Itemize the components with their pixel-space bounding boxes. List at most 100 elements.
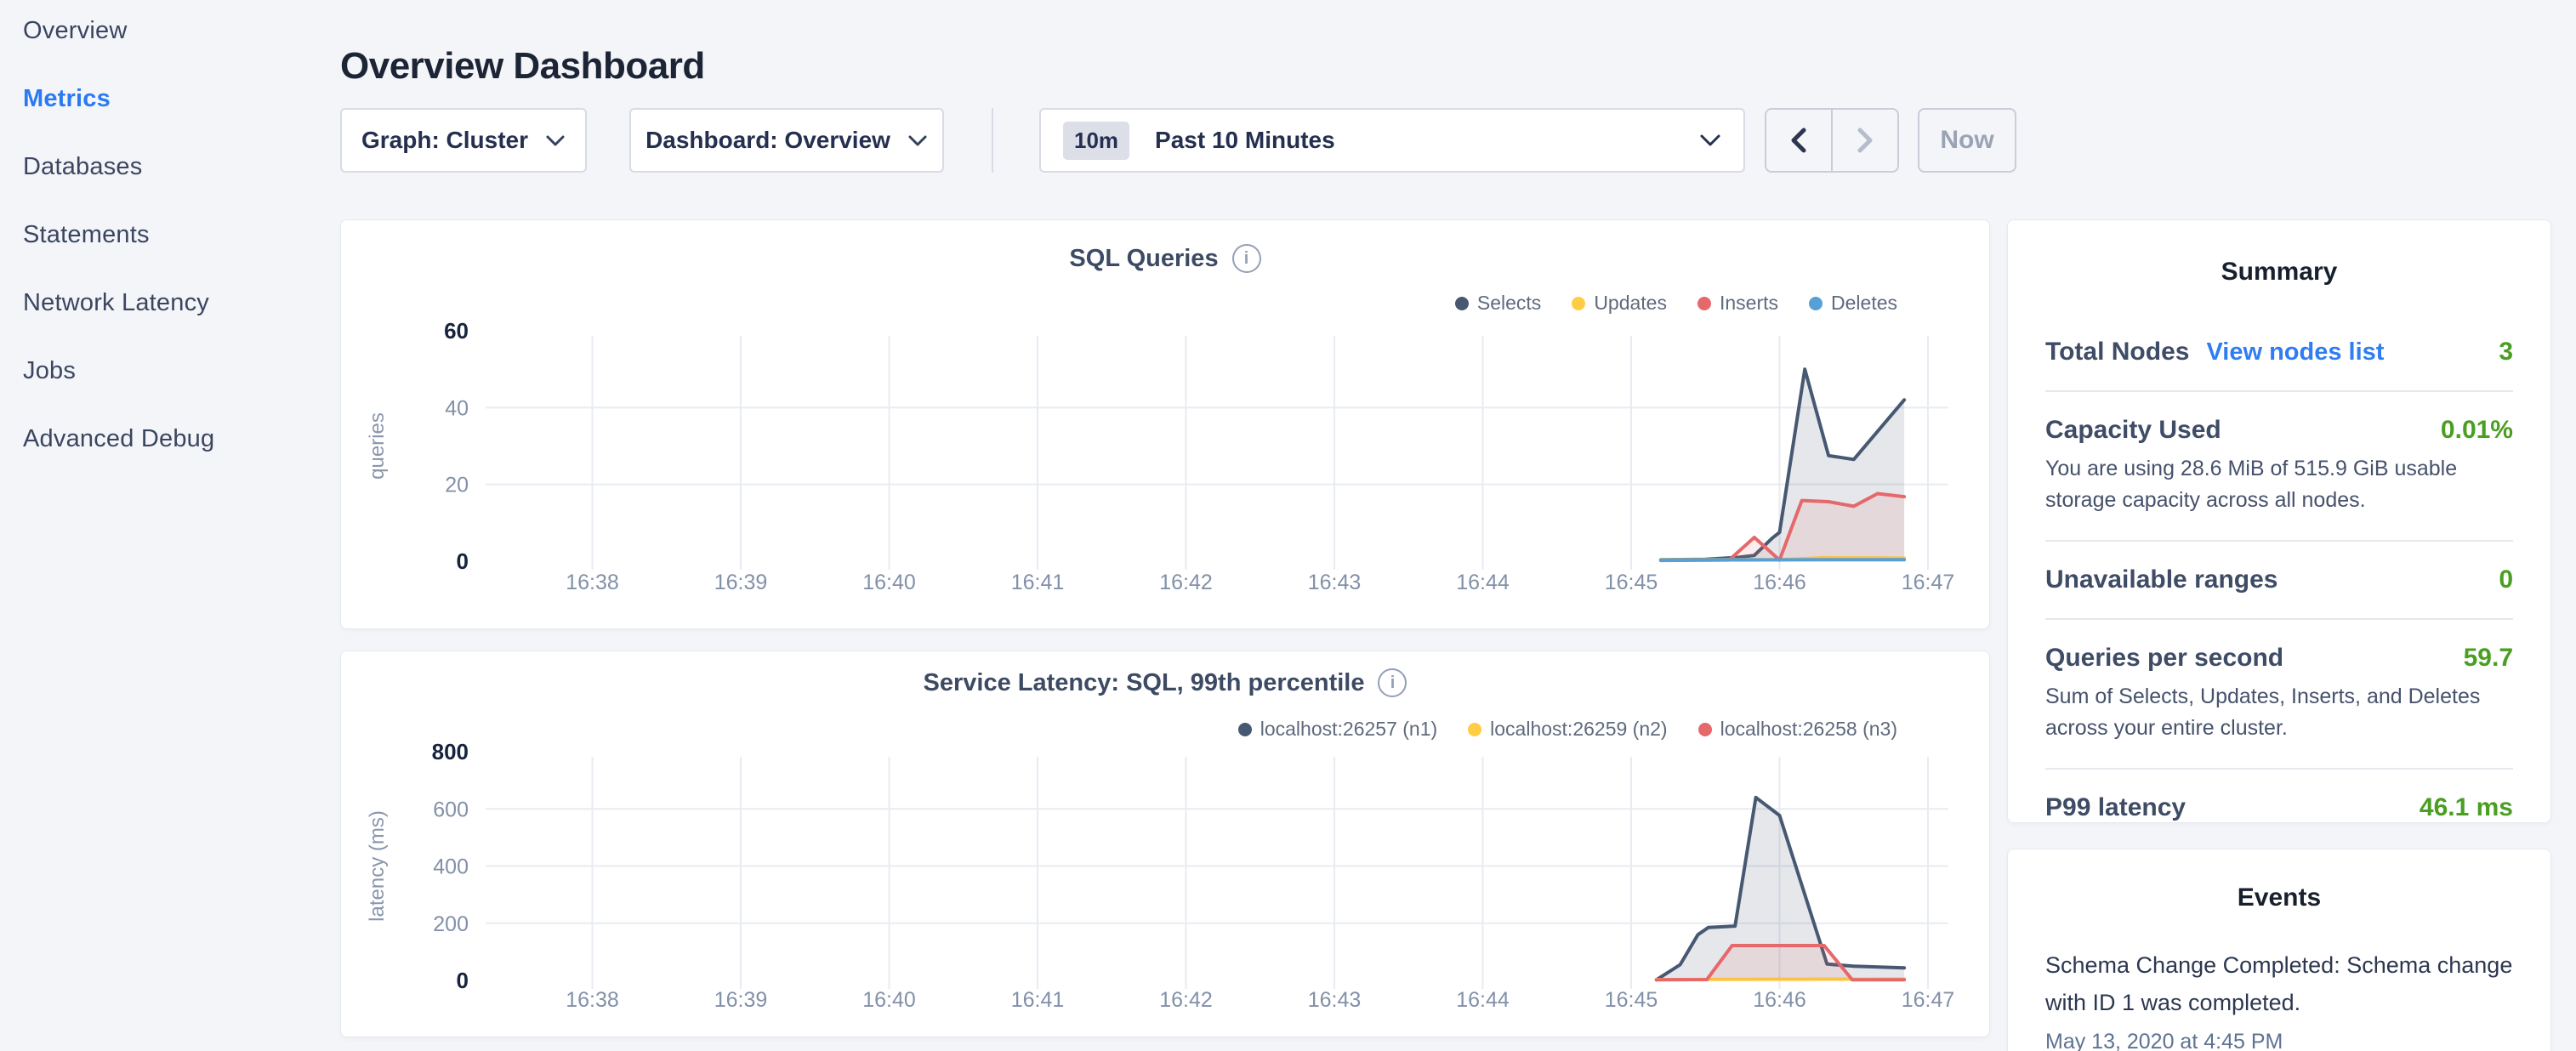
legend-dot bbox=[1455, 297, 1469, 310]
toolbar-divider bbox=[992, 108, 993, 173]
svg-text:queries: queries bbox=[366, 412, 389, 480]
svg-text:16:47: 16:47 bbox=[1902, 988, 1955, 1012]
svg-text:20: 20 bbox=[445, 474, 469, 497]
events-panel: Events Schema Change Completed: Schema c… bbox=[2007, 849, 2551, 1051]
divider bbox=[2045, 768, 2513, 770]
p99-latency-value: 46.1 ms bbox=[2420, 793, 2513, 822]
unavailable-ranges-label: Unavailable ranges bbox=[2045, 565, 2277, 594]
time-range-badge: 10m bbox=[1063, 122, 1129, 160]
svg-text:16:38: 16:38 bbox=[566, 571, 619, 594]
summary-row-total-nodes: Total Nodes View nodes list 3 bbox=[2045, 334, 2513, 370]
time-range-label: Past 10 Minutes bbox=[1155, 127, 1699, 154]
qps-description: Sum of Selects, Updates, Inserts, and De… bbox=[2045, 681, 2513, 744]
svg-text:16:41: 16:41 bbox=[1011, 571, 1065, 594]
svg-text:16:44: 16:44 bbox=[1456, 988, 1510, 1012]
svg-text:16:39: 16:39 bbox=[714, 571, 768, 594]
svg-text:0: 0 bbox=[457, 968, 469, 993]
total-nodes-value: 3 bbox=[2499, 338, 2513, 366]
legend-dot bbox=[1698, 723, 1712, 736]
prev-range-button[interactable] bbox=[1766, 110, 1833, 171]
chevron-down-icon bbox=[1699, 134, 1721, 147]
events-title: Events bbox=[2045, 883, 2513, 912]
page-title: Overview Dashboard bbox=[340, 45, 705, 88]
svg-text:800: 800 bbox=[432, 739, 469, 764]
total-nodes-label: Total Nodes bbox=[2045, 338, 2189, 366]
now-button[interactable]: Now bbox=[1918, 108, 2016, 173]
svg-text:16:43: 16:43 bbox=[1308, 988, 1362, 1012]
sidebar-item-statements[interactable]: Statements bbox=[23, 218, 312, 253]
legend-dot bbox=[1572, 297, 1585, 310]
dashboard-dropdown-label: Dashboard: Overview bbox=[645, 127, 890, 154]
event-timestamp: May 13, 2020 at 4:45 PM bbox=[2045, 1030, 2513, 1051]
svg-text:16:42: 16:42 bbox=[1159, 988, 1213, 1012]
legend-item: Inserts bbox=[1697, 292, 1778, 315]
svg-text:200: 200 bbox=[433, 912, 469, 936]
event-list-item: Schema Change Completed: Schema change w… bbox=[2045, 946, 2513, 1051]
legend-dot bbox=[1697, 297, 1711, 310]
summary-row-p99-latency: P99 latency 46.1 ms bbox=[2045, 790, 2513, 826]
time-nav-buttons bbox=[1765, 108, 1899, 173]
sql-queries-chart-card: SQL Queries i Selects Updates Inserts Delet… bbox=[340, 219, 1990, 629]
sidebar-item-metrics[interactable]: Metrics bbox=[23, 82, 312, 116]
chart-title-row: SQL Queries i bbox=[341, 244, 1989, 273]
legend-label: Selects bbox=[1477, 292, 1541, 315]
legend-item: Deletes bbox=[1809, 292, 1897, 315]
qps-value: 59.7 bbox=[2464, 644, 2513, 673]
qps-label: Queries per second bbox=[2045, 644, 2283, 673]
svg-text:16:43: 16:43 bbox=[1308, 571, 1362, 594]
chart-title-row: Service Latency: SQL, 99th percentile i bbox=[341, 668, 1989, 697]
dashboard-dropdown[interactable]: Dashboard: Overview bbox=[629, 108, 944, 173]
svg-text:16:46: 16:46 bbox=[1753, 571, 1806, 594]
p99-latency-label: P99 latency bbox=[2045, 793, 2186, 822]
svg-text:16:46: 16:46 bbox=[1753, 988, 1806, 1012]
chart-plot-area: 16:38 16:39 16:40 16:41 16:42 16:43 16:44 16:45… bbox=[341, 736, 1991, 1030]
divider bbox=[2045, 540, 2513, 542]
svg-text:16:47: 16:47 bbox=[1902, 571, 1955, 594]
sidebar-item-jobs[interactable]: Jobs bbox=[23, 354, 312, 389]
capacity-used-value: 0.01% bbox=[2441, 416, 2513, 445]
sidebar-item-databases[interactable]: Databases bbox=[23, 150, 312, 185]
service-latency-chart-card: Service Latency: SQL, 99th percentile i … bbox=[340, 650, 1990, 1037]
chart-plot-area: 16:3816:3916:4016:4116:4216:4316:4416:45… bbox=[341, 315, 1991, 609]
legend-item: Selects bbox=[1455, 292, 1541, 315]
info-icon[interactable]: i bbox=[1232, 244, 1261, 273]
unavailable-ranges-value: 0 bbox=[2499, 565, 2513, 594]
svg-text:60: 60 bbox=[444, 318, 469, 344]
legend-item: Updates bbox=[1572, 292, 1667, 315]
svg-text:600: 600 bbox=[433, 798, 469, 821]
svg-text:16:42: 16:42 bbox=[1159, 571, 1213, 594]
svg-text:16:39: 16:39 bbox=[714, 988, 768, 1012]
divider bbox=[2045, 390, 2513, 392]
svg-text:16:45: 16:45 bbox=[1605, 988, 1658, 1012]
legend-dot bbox=[1238, 723, 1252, 736]
summary-row-capacity: Capacity Used 0.01% You are using 28.6 M… bbox=[2045, 412, 2513, 520]
svg-text:16:38: 16:38 bbox=[566, 988, 619, 1012]
svg-text:16:40: 16:40 bbox=[862, 571, 916, 594]
sidebar-item-advanced-debug[interactable]: Advanced Debug bbox=[23, 422, 312, 457]
svg-text:16:41: 16:41 bbox=[1011, 988, 1065, 1012]
legend-label: Deletes bbox=[1831, 292, 1897, 315]
legend-dot bbox=[1468, 723, 1481, 736]
graph-dropdown-label: Graph: Cluster bbox=[361, 127, 528, 154]
event-text: Schema Change Completed: Schema change w… bbox=[2045, 946, 2513, 1021]
chart-legend: Selects Updates Inserts Deletes bbox=[1455, 292, 1897, 315]
legend-dot bbox=[1809, 297, 1823, 310]
svg-text:0: 0 bbox=[457, 548, 469, 574]
view-nodes-list-link[interactable]: View nodes list bbox=[2206, 338, 2384, 366]
info-icon[interactable]: i bbox=[1378, 668, 1407, 697]
svg-text:40: 40 bbox=[445, 396, 469, 420]
summary-row-qps: Queries per second 59.7 Sum of Selects, … bbox=[2045, 640, 2513, 747]
graph-dropdown[interactable]: Graph: Cluster bbox=[340, 108, 587, 173]
time-range-selector[interactable]: 10m Past 10 Minutes bbox=[1039, 108, 1745, 173]
chart-title: Service Latency: SQL, 99th percentile bbox=[924, 669, 1365, 697]
next-range-button[interactable] bbox=[1833, 110, 1897, 171]
summary-title: Summary bbox=[2045, 258, 2513, 287]
svg-text:16:44: 16:44 bbox=[1456, 571, 1510, 594]
sidebar-item-overview[interactable]: Overview bbox=[23, 14, 312, 48]
app-root: Overview Metrics Databases Statements Networ… bbox=[0, 0, 2576, 1051]
capacity-used-label: Capacity Used bbox=[2045, 416, 2221, 445]
chart-title: SQL Queries bbox=[1069, 245, 1218, 273]
svg-text:16:40: 16:40 bbox=[862, 988, 916, 1012]
svg-text:400: 400 bbox=[433, 855, 469, 879]
sidebar-item-network-latency[interactable]: Network Latency bbox=[23, 286, 312, 321]
